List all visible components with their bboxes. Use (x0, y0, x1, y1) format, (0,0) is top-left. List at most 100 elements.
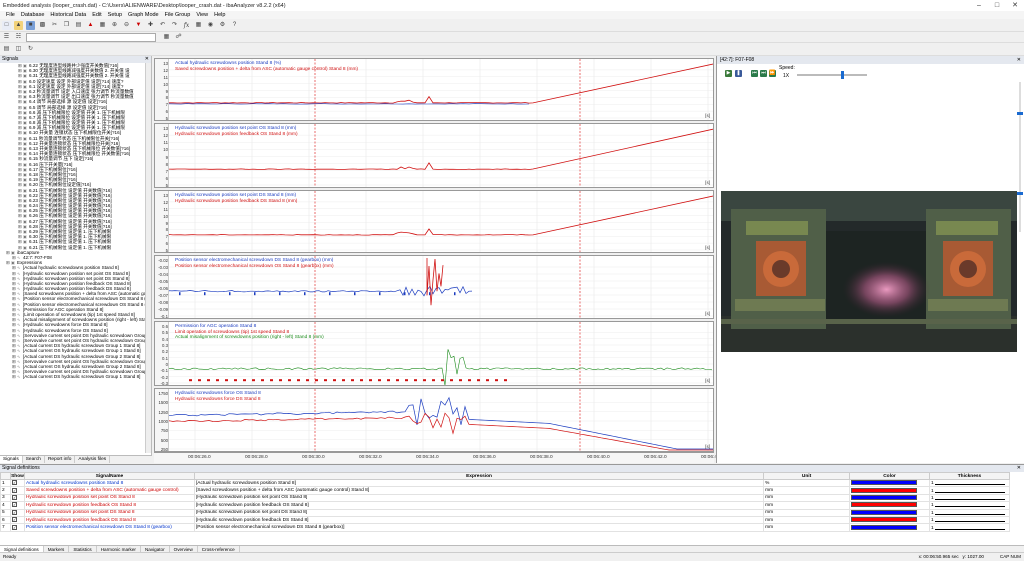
split-icon[interactable]: ◫ (14, 45, 23, 54)
plot-legend[interactable]: Hydraulic screwdown position set point O… (175, 126, 298, 137)
legend-entry[interactable]: Position sensor electromechanical screwd… (175, 264, 334, 270)
color-swatch[interactable] (851, 480, 917, 486)
copy-icon[interactable]: ❐ (62, 21, 71, 30)
legend-entry[interactable]: Actual misalignment of screwdowns positi… (175, 335, 324, 341)
expression-column-header[interactable]: Expression (193, 472, 765, 480)
thickness-cell[interactable]: 1 (928, 515, 1011, 525)
expression-cell[interactable]: [Hydraulic screwdown position feedback O… (193, 501, 765, 510)
expression-cell[interactable]: [Hydraulic screwdown position feedback D… (193, 515, 765, 525)
legend-entry[interactable]: Hydraulic screwdown position feedback DS… (175, 199, 297, 205)
link-icon[interactable]: ☍ (174, 33, 183, 42)
plot-panel[interactable]: -0.02 -0.03 -0.04 -0.05 -0.06 -0.07 -0.08 -0.09… (154, 255, 714, 319)
color-cell[interactable] (849, 501, 930, 510)
show-checkbox-cell[interactable]: ✓ (9, 515, 25, 525)
plot-panel[interactable]: 13 12 11 10 9 8 7 6 5 Actual hydraulic screwdowns… (154, 58, 714, 121)
checkbox-icon[interactable]: ✓ (11, 502, 17, 508)
plot-legend[interactable]: Permission for AGC operation Stand 8 Limi… (175, 324, 324, 341)
color-swatch[interactable] (851, 524, 917, 530)
expression-cell[interactable]: [Hydraulic screwdown position set point … (193, 493, 765, 503)
table-row[interactable]: 4 ✓ Hydraulic screwdown position feedback … (0, 501, 1011, 510)
plot-panel[interactable]: 1750 1500 1250 1000 750 500 250 Hydraulic screw… (154, 388, 714, 452)
color-cell[interactable] (849, 486, 930, 495)
cursor-icon[interactable]: ✚ (146, 21, 155, 30)
plot-area[interactable]: 00:06:26.0 00:06:28.0 00:06:30.0 00:06:32.0… (154, 56, 724, 463)
table-row[interactable]: 7 ✓ Position sensor electromechanical scre… (0, 523, 1011, 532)
tab-analysis-files[interactable]: Analysis files (75, 456, 111, 463)
menu-setup[interactable]: Setup (108, 12, 122, 18)
signal-name-cell[interactable]: Actual hydraulic screwdowns position Sta… (23, 478, 195, 488)
redo-icon[interactable]: ↷ (170, 21, 179, 30)
color-cell[interactable] (849, 493, 930, 503)
unit-cell[interactable]: mm (763, 501, 850, 510)
unit-cell[interactable]: % (763, 478, 850, 488)
close-icon[interactable]: ✕ (145, 56, 149, 63)
signal-name-cell[interactable]: Hydraulic screwdown position feedback OS… (23, 501, 195, 510)
checkbox-icon[interactable]: ✓ (11, 495, 17, 500)
signal-name-cell[interactable]: Hydraulic screwdown position set point D… (23, 508, 195, 517)
expression-cell[interactable]: [Saved screwdowns position + delta from … (193, 486, 765, 495)
unit-cell[interactable]: mm (763, 515, 850, 525)
color-cell[interactable] (849, 523, 930, 532)
table-icon[interactable]: ▦ (98, 21, 107, 30)
open-icon[interactable]: ▲ (14, 20, 23, 30)
plot-panel[interactable]: 0.6 0.5 0.4 0.3 0.2 0.1 0 -0.1 -0.2 -0.3 Permissio… (154, 321, 714, 386)
thickness-cell[interactable]: 1 (928, 523, 1011, 532)
fast-forward-icon[interactable]: ⏩ (769, 70, 776, 77)
grid-icon[interactable]: ▦ (194, 21, 203, 30)
color-cell[interactable] (849, 478, 930, 488)
signal-name-cell[interactable]: Position sensor electromechanical screwd… (23, 523, 195, 532)
close-icon[interactable]: ✕ (1017, 56, 1021, 64)
tree-item[interactable]: ⊞∿ [Actual current DS hydraulic screwdown… (2, 374, 151, 379)
step-back-icon[interactable]: ⏮ (751, 70, 758, 77)
color-swatch[interactable] (851, 495, 917, 501)
menu-file-group[interactable]: File Group (165, 12, 191, 18)
unit-cell[interactable]: mm (763, 523, 850, 532)
layout-icon[interactable]: ▤ (2, 45, 11, 54)
show-checkbox-cell[interactable]: ✓ (9, 478, 25, 488)
signal-name-cell[interactable]: Hydraulic screwdown position feedback DS… (23, 515, 195, 525)
menu-database[interactable]: Database (21, 12, 45, 18)
checkbox-icon[interactable]: ✓ (11, 487, 17, 493)
print-icon[interactable]: ▩ (38, 21, 47, 30)
pause-icon[interactable]: ❚ (735, 70, 742, 77)
zoom-in-icon[interactable]: ⊕ (110, 21, 119, 30)
color-cell[interactable] (849, 508, 930, 517)
menu-graph-mode[interactable]: Graph Mode (128, 12, 159, 18)
color-swatch[interactable] (851, 487, 917, 493)
signal-combo[interactable] (26, 32, 156, 42)
tab-signals[interactable]: Signals (0, 456, 23, 463)
thickness-column-header[interactable]: Thickness (928, 472, 1011, 480)
signal-name-column-header[interactable]: SignalName (23, 472, 195, 480)
undo-icon[interactable]: ↶ (158, 21, 167, 30)
signal-name-cell[interactable]: Hydraulic screwdown position set point O… (23, 493, 195, 503)
globe-icon[interactable]: ◉ (206, 21, 215, 30)
plot-legend[interactable]: Hydraulic screwdowns force OS Stand 8 Hyd… (175, 391, 261, 402)
plot-panel[interactable]: 13 12 11 10 9 8 7 6 5 Hydraulic screwdown positio… (154, 190, 714, 253)
minimize-icon[interactable]: – (970, 0, 988, 11)
close-icon[interactable]: ✕ (1017, 465, 1021, 472)
color-column-header[interactable]: Color (849, 472, 930, 480)
show-checkbox-cell[interactable]: ✓ (9, 508, 25, 517)
table-row[interactable]: 5 ✓ Hydraulic screwdown position set point… (0, 508, 1011, 517)
close-icon[interactable]: ✕ (1006, 0, 1024, 11)
tab-search[interactable]: Search (23, 456, 45, 463)
formula-icon[interactable]: fx (182, 21, 191, 30)
menu-historical-data[interactable]: Historical Data (50, 12, 86, 18)
group-icon[interactable]: ▦ (162, 33, 171, 42)
cut-icon[interactable]: ✂ (50, 21, 59, 30)
step-forward-icon[interactable]: ⏭ (760, 70, 767, 77)
unit-cell[interactable]: mm (763, 486, 850, 495)
table-row[interactable]: 2 ✓ Saved screwdowns position + delta from… (0, 486, 1011, 495)
plot-legend[interactable]: Hydraulic screwdown position set point D… (175, 193, 297, 204)
zoom-out-icon[interactable]: ⊖ (122, 21, 131, 30)
speed-slider-thumb[interactable] (841, 71, 844, 79)
show-checkbox-cell[interactable]: ✓ (9, 523, 25, 532)
checkbox-icon[interactable]: ✓ (11, 524, 17, 530)
unit-cell[interactable]: mm (763, 508, 850, 517)
menu-file[interactable]: File (6, 12, 15, 18)
legend-entry[interactable]: Hydraulic screwdown position feedback OS… (175, 132, 298, 138)
video-side-slider[interactable] (1016, 82, 1024, 232)
save-icon[interactable]: ■ (26, 20, 35, 30)
legend-entry[interactable]: Hydraulic screwdowns force DS Stand 8 (175, 397, 261, 403)
table-row[interactable]: 6 ✓ Hydraulic screwdown position feedback … (0, 515, 1011, 525)
